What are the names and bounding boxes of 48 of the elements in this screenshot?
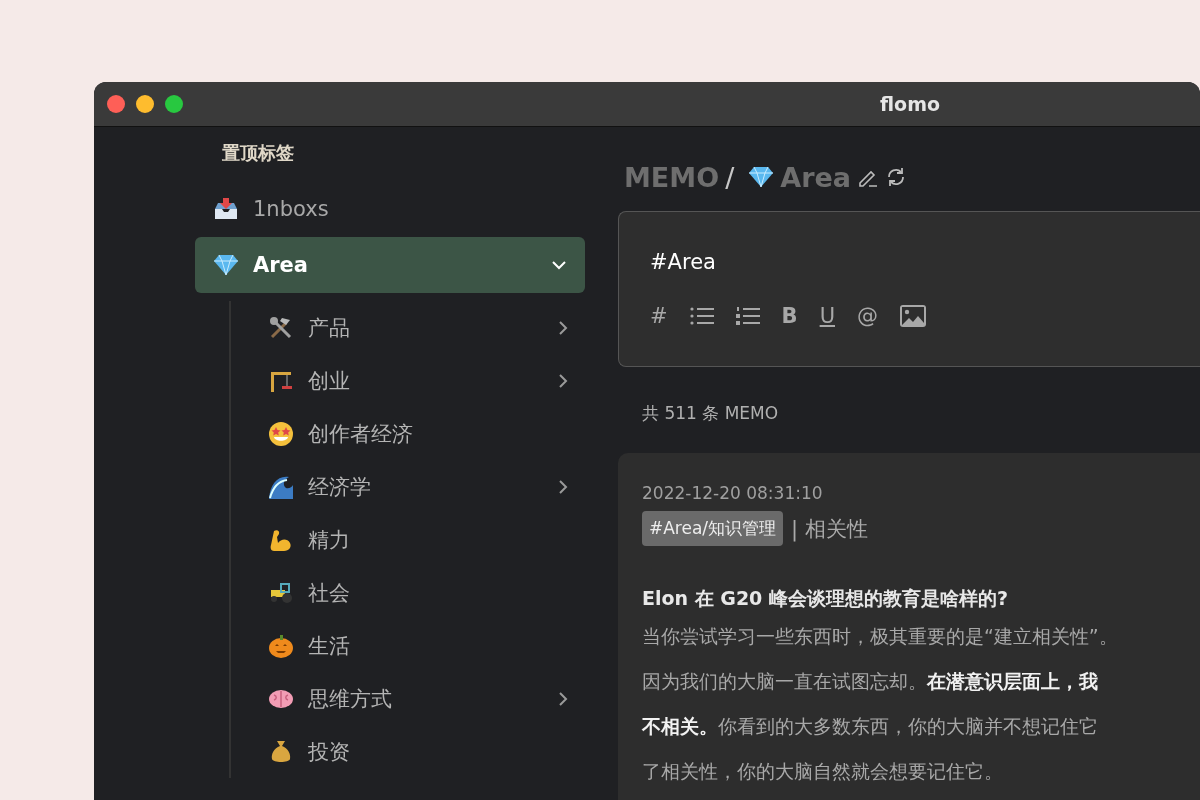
sidebar-item[interactable]: 生活 — [231, 619, 586, 672]
chevron-right-icon[interactable] — [558, 372, 568, 389]
star-eyes-face-icon — [268, 420, 294, 447]
chevron-right-icon[interactable] — [558, 319, 568, 336]
memo-editor[interactable]: #Area # B U @ — [618, 211, 1200, 367]
memo-text-line: 因为我们的大脑一直在试图忘却。在潜意识层面上，我 — [642, 670, 1098, 692]
breadcrumb-separator: / — [725, 161, 735, 193]
chevron-right-icon[interactable] — [558, 478, 568, 495]
hammer-wrench-icon — [268, 314, 294, 341]
memo-title: Elon 在 G20 峰会谈理想的教育是啥样的? — [642, 587, 1008, 609]
sidebar-item[interactable]: 社会 — [231, 566, 586, 619]
section-heading: 置顶标签 — [222, 141, 294, 165]
sync-icon[interactable] — [885, 166, 907, 188]
minimize-button[interactable] — [136, 95, 154, 113]
sidebar-item[interactable]: 产品 — [231, 301, 586, 354]
image-icon[interactable] — [900, 305, 926, 327]
bullet-list-icon[interactable] — [689, 307, 714, 325]
sidebar-item[interactable]: 精力 — [231, 513, 586, 566]
mention-button[interactable]: @ — [857, 304, 878, 328]
memo-text-line: 当你尝试学习一些东西时，极其重要的是“建立相关性”。 — [642, 625, 1118, 647]
numbered-list-icon[interactable] — [735, 307, 760, 325]
sidebar-item[interactable]: Area — [195, 237, 585, 293]
zoom-button[interactable] — [165, 95, 183, 113]
sidebar-item[interactable]: 创业 — [231, 354, 586, 407]
sidebar-item[interactable]: 1nboxs — [195, 181, 585, 237]
sidebar-item[interactable]: 思维方式 — [231, 672, 586, 725]
memo-text-line: 了相关性，你的大脑自然就会想要记住它。 — [642, 760, 1003, 782]
tag-button[interactable]: # — [650, 304, 668, 328]
diamond-icon — [748, 166, 775, 188]
underline-button[interactable]: U — [819, 304, 835, 328]
bold-button[interactable]: B — [781, 304, 798, 328]
memo-text-line: 不相关。你看到的大多数东西，你的大脑并不想记住它 — [642, 715, 1098, 737]
memo-text: | 相关性 — [791, 515, 868, 543]
memo-count: 共 511 条 MEMO — [642, 402, 779, 425]
close-button[interactable] — [107, 95, 125, 113]
window-title: flomo — [880, 93, 940, 115]
pumpkin-icon — [268, 632, 294, 659]
editor-text: #Area — [650, 250, 716, 274]
chevron-down-icon[interactable] — [551, 260, 567, 270]
inbox-tray-icon — [213, 197, 239, 221]
memo-time: 2022-12-20 08:31:10 — [642, 483, 823, 503]
sidebar-item[interactable]: 经济学 — [231, 460, 586, 513]
tag-chip[interactable]: #Area/知识管理 — [642, 511, 784, 546]
sidebar-item[interactable]: 投资 — [231, 725, 586, 778]
breadcrumb-current: Area — [780, 161, 851, 193]
diamond-icon — [213, 254, 239, 276]
sidebar-item[interactable]: 创作者经济 — [231, 407, 586, 460]
chevron-right-icon[interactable] — [558, 690, 568, 707]
